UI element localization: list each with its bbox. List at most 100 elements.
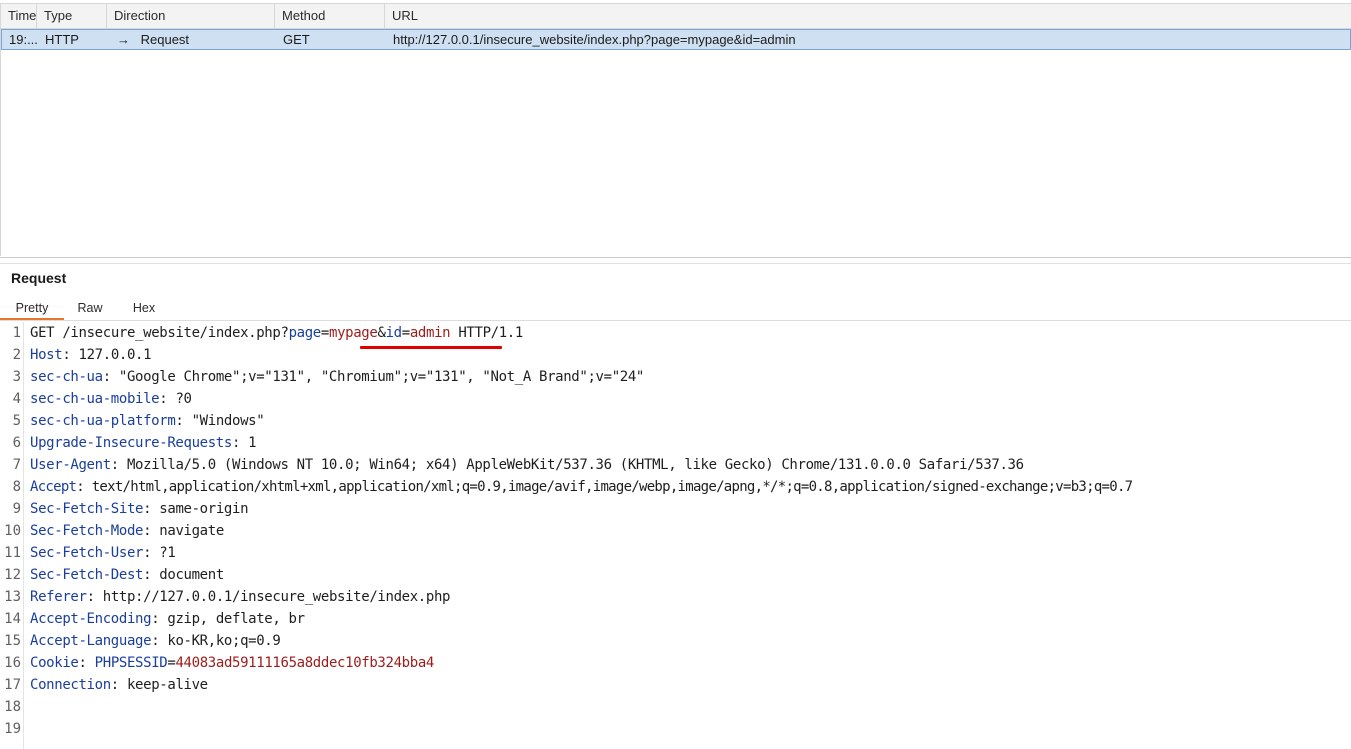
line-number: 18 bbox=[4, 699, 21, 715]
line-number: 15 bbox=[4, 633, 21, 649]
header-line-referer: Referer: http://127.0.0.1/insecure_websi… bbox=[30, 589, 451, 605]
line-number: 3 bbox=[12, 369, 21, 385]
line-number: 13 bbox=[4, 589, 21, 605]
header-value: navigate bbox=[159, 523, 224, 539]
cell-time: 19:... bbox=[9, 32, 38, 47]
cell-url: http://127.0.0.1/insecure_website/index.… bbox=[393, 32, 796, 47]
header-value: Mozilla/5.0 (Windows NT 10.0; Win64; x64… bbox=[126, 457, 1024, 473]
panel-title: Request bbox=[11, 270, 67, 286]
param-value-page: mypage bbox=[328, 325, 378, 341]
header-value: gzip, deflate, br bbox=[167, 611, 305, 627]
header-name: sec-ch-ua-mobile bbox=[30, 391, 160, 407]
header-line-sec-fetch-site: Sec-Fetch-Site: same-origin bbox=[30, 501, 249, 517]
highlight-underline bbox=[360, 346, 502, 349]
line-number: 19 bbox=[4, 721, 21, 737]
header-line-upgrade-insecure-requests: Upgrade-Insecure-Requests: 1 bbox=[30, 435, 257, 451]
header-line-accept-language: Accept-Language: ko-KR,ko;q=0.9 bbox=[30, 633, 281, 649]
header-value: "Windows" bbox=[191, 413, 265, 429]
line-number: 16 bbox=[4, 655, 21, 671]
param-name-page: page bbox=[288, 325, 322, 341]
cookie-name: PHPSESSID bbox=[94, 655, 168, 671]
header-name: Sec-Fetch-Dest bbox=[30, 567, 144, 583]
header-line-host: Host: 127.0.0.1 bbox=[30, 347, 152, 363]
header-value: ?1 bbox=[159, 545, 176, 561]
line-number: 12 bbox=[4, 567, 21, 583]
line-number: 9 bbox=[12, 501, 21, 517]
header-name: Accept-Language bbox=[30, 633, 152, 649]
line-number: 5 bbox=[12, 413, 21, 429]
request-line: GET /insecure_website/index.php?page=myp… bbox=[30, 325, 523, 341]
cell-type: HTTP bbox=[45, 32, 79, 47]
column-header-direction[interactable]: Direction bbox=[107, 4, 275, 28]
line-number: 4 bbox=[12, 391, 21, 407]
header-line-accept-encoding: Accept-Encoding: gzip, deflate, br bbox=[30, 611, 305, 627]
header-name: Host bbox=[30, 347, 63, 363]
header-value: document bbox=[159, 567, 224, 583]
tab-raw[interactable]: Raw bbox=[68, 297, 112, 320]
request-path: /insecure_website/index.php? bbox=[62, 325, 289, 341]
param-name-id: id bbox=[385, 325, 403, 341]
request-tabs: Pretty Raw Hex bbox=[0, 297, 1351, 321]
header-value: ?0 bbox=[175, 391, 192, 407]
header-value: http://127.0.0.1/insecure_website/index.… bbox=[102, 589, 451, 605]
header-name: Connection bbox=[30, 677, 111, 693]
cookie-value: 44083ad59111165a8ddec10fb324bba4 bbox=[175, 655, 434, 671]
line-number-gutter: 1 2 3 4 5 6 7 8 9 10 11 12 13 14 15 16 1… bbox=[0, 322, 24, 749]
header-line-sec-ch-ua-mobile: sec-ch-ua-mobile: ?0 bbox=[30, 391, 192, 407]
header-line-sec-fetch-dest: Sec-Fetch-Dest: document bbox=[30, 567, 224, 583]
tab-hex[interactable]: Hex bbox=[122, 297, 166, 320]
line-number: 8 bbox=[12, 479, 21, 495]
header-line-sec-fetch-user: Sec-Fetch-User: ?1 bbox=[30, 545, 176, 561]
request-editor[interactable]: 1 2 3 4 5 6 7 8 9 10 11 12 13 14 15 16 1… bbox=[0, 322, 1351, 749]
header-name: Sec-Fetch-Site bbox=[30, 501, 144, 517]
header-value: 127.0.0.1 bbox=[78, 347, 152, 363]
param-separator: & bbox=[377, 325, 386, 341]
header-value: 1 bbox=[248, 435, 257, 451]
cell-method: GET bbox=[283, 32, 310, 47]
line-number: 7 bbox=[12, 457, 21, 473]
line-number: 10 bbox=[4, 523, 21, 539]
header-line-sec-fetch-mode: Sec-Fetch-Mode: navigate bbox=[30, 523, 224, 539]
line-number: 1 bbox=[12, 325, 21, 341]
cell-direction: → Request bbox=[108, 30, 276, 49]
request-protocol: HTTP/1.1 bbox=[458, 325, 523, 341]
param-value-id: admin bbox=[409, 325, 451, 341]
column-header-url[interactable]: URL bbox=[385, 4, 1351, 28]
request-method: GET bbox=[30, 325, 55, 341]
column-header-method[interactable]: Method bbox=[275, 4, 385, 28]
header-name: sec-ch-ua-platform bbox=[30, 413, 176, 429]
header-line-sec-ch-ua: sec-ch-ua: "Google Chrome";v="131", "Chr… bbox=[30, 369, 645, 385]
direction-label: Request bbox=[140, 32, 190, 47]
header-name: Accept bbox=[30, 479, 77, 495]
header-name: Sec-Fetch-Mode bbox=[30, 523, 144, 539]
line-number: 11 bbox=[4, 545, 21, 561]
header-value: keep-alive bbox=[126, 677, 208, 693]
header-name: Upgrade-Insecure-Requests bbox=[30, 435, 232, 451]
header-value: same-origin bbox=[159, 501, 249, 517]
header-name: User-Agent bbox=[30, 457, 111, 473]
line-number: 2 bbox=[12, 347, 21, 363]
header-value: ko-KR,ko;q=0.9 bbox=[167, 633, 281, 649]
header-line-accept: Accept: text/html,application/xhtml+xml,… bbox=[30, 479, 1133, 495]
panel-splitter[interactable] bbox=[0, 258, 1351, 264]
header-line-connection: Connection: keep-alive bbox=[30, 677, 208, 693]
column-header-type[interactable]: Type bbox=[37, 4, 107, 28]
tab-pretty[interactable]: Pretty bbox=[0, 297, 64, 320]
header-value: text/html,application/xhtml+xml,applicat… bbox=[91, 479, 1133, 495]
table-header: Time Type Direction Method URL bbox=[1, 3, 1351, 29]
history-table: Time Type Direction Method URL 19:... HT… bbox=[0, 0, 1351, 258]
line-number: 14 bbox=[4, 611, 21, 627]
header-name: Sec-Fetch-User bbox=[30, 545, 144, 561]
header-name: Accept-Encoding bbox=[30, 611, 152, 627]
arrow-right-icon: → bbox=[117, 32, 130, 47]
table-row[interactable]: 19:... HTTP → Request GET http://127.0.0… bbox=[1, 29, 1351, 50]
header-name: Cookie bbox=[30, 655, 79, 671]
header-line-cookie: Cookie: PHPSESSID=44083ad59111165a8ddec1… bbox=[30, 655, 434, 671]
header-value: "Google Chrome";v="131", "Chromium";v="1… bbox=[118, 369, 645, 385]
header-name: sec-ch-ua bbox=[30, 369, 103, 385]
header-line-user-agent: User-Agent: Mozilla/5.0 (Windows NT 10.0… bbox=[30, 457, 1024, 473]
header-name: Referer bbox=[30, 589, 87, 605]
line-number: 6 bbox=[12, 435, 21, 451]
line-number: 17 bbox=[4, 677, 21, 693]
column-header-time[interactable]: Time bbox=[1, 4, 37, 28]
